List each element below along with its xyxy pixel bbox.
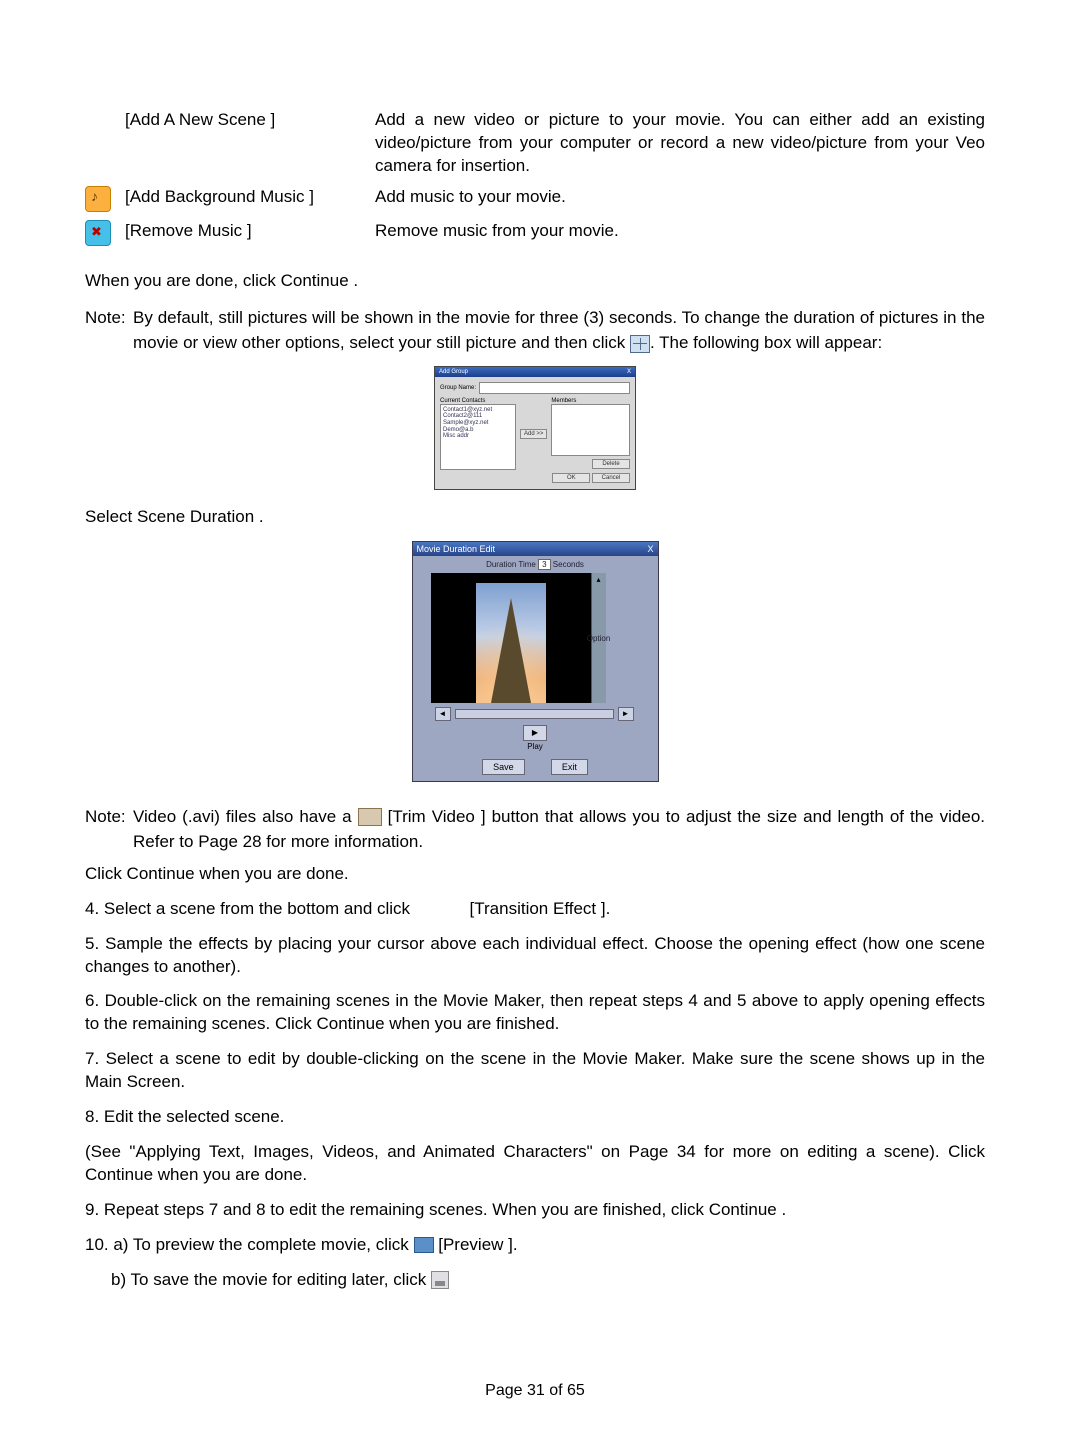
list-item[interactable]: Contact1@xyz.net	[443, 407, 513, 414]
list-item[interactable]: Contact2@111	[443, 413, 513, 420]
music-icon	[85, 186, 111, 212]
step-6: 6. Double-click on the remaining scenes …	[85, 990, 985, 1036]
click-continue-text: Click Continue when you are done.	[85, 863, 985, 886]
save-disk-icon	[431, 1271, 449, 1289]
option-label[interactable]: Option	[587, 634, 611, 643]
preview-image	[431, 573, 591, 703]
close-icon[interactable]: X	[627, 369, 631, 375]
group-name-label: Group Name:	[440, 385, 476, 391]
close-icon[interactable]: X	[647, 544, 653, 554]
step-10a: 10. a) To preview the complete movie, cl…	[85, 1234, 985, 1257]
play-button[interactable]: ▶	[523, 725, 547, 741]
row-desc: Add music to your movie.	[375, 182, 985, 216]
dialog-titlebar: Movie Duration Edit X	[413, 542, 658, 556]
add-to-group-button[interactable]: Add >>	[520, 429, 547, 439]
preview-icon	[414, 1237, 434, 1253]
contacts-list[interactable]: Contact1@xyz.net Contact2@111 Sample@xyz…	[440, 404, 516, 470]
note-label: Note:	[85, 804, 126, 830]
cancel-button[interactable]: Cancel	[592, 473, 630, 483]
play-label: Play	[527, 742, 543, 751]
button-descriptions-table: [Add A New Scene ] Add a new video or pi…	[85, 105, 985, 250]
step-4: 4. Select a scene from the bottom and cl…	[85, 898, 985, 921]
duration-edit-dialog: Movie Duration Edit X Duration Time 3 Se…	[412, 541, 659, 782]
list-item[interactable]: Sample@xyz.net	[443, 420, 513, 427]
step-10b: b) To save the movie for editing later, …	[85, 1269, 985, 1292]
delete-button[interactable]: Delete	[592, 459, 630, 469]
rail-up-icon[interactable]: ▴	[596, 575, 600, 584]
list-item[interactable]: Misc addr	[443, 433, 513, 440]
step-9: 9. Repeat steps 7 and 8 to edit the rema…	[85, 1199, 985, 1222]
members-list[interactable]	[551, 404, 630, 456]
options-grid-icon	[630, 335, 650, 353]
note-trim-video: Note: Video (.avi) files also have a [Tr…	[85, 804, 985, 855]
save-button[interactable]: Save	[482, 759, 525, 775]
dialog-titlebar: Add Group X	[435, 367, 635, 377]
slider-fwd-button[interactable]: ►	[618, 707, 634, 721]
list-item[interactable]: Demo@a.b	[443, 427, 513, 434]
remove-icon	[85, 220, 111, 246]
row-desc: Remove music from your movie.	[375, 216, 985, 250]
select-scene-text: Select Scene Duration .	[85, 506, 985, 529]
step-7: 7. Select a scene to edit by double-clic…	[85, 1048, 985, 1094]
slider-back-button[interactable]: ◄	[435, 707, 451, 721]
row-desc: Add a new video or picture to your movie…	[375, 105, 985, 182]
page-footer: Page 31 of 65	[85, 1382, 985, 1400]
row-label: [Add A New Scene ]	[125, 105, 375, 182]
row-label: [Remove Music ]	[125, 216, 375, 250]
row-label: [Add Background Music ]	[125, 182, 375, 216]
step-8b: (See "Applying Text, Images, Videos, and…	[85, 1141, 985, 1187]
slider-track[interactable]	[455, 709, 614, 719]
group-name-input[interactable]	[479, 382, 630, 394]
step-8: 8. Edit the selected scene.	[85, 1106, 985, 1129]
note-default-duration: Note: By default, still pictures will be…	[85, 305, 985, 356]
done-paragraph: When you are done, click Continue .	[85, 270, 985, 293]
exit-button[interactable]: Exit	[551, 759, 588, 775]
step-5: 5. Sample the effects by placing your cu…	[85, 933, 985, 979]
add-group-dialog: Add Group X Group Name: Current Contacts…	[434, 366, 636, 490]
ok-button[interactable]: OK	[552, 473, 590, 483]
trim-video-icon	[358, 808, 382, 826]
note-label: Note:	[85, 305, 126, 331]
duration-spinner[interactable]: 3	[538, 559, 550, 570]
